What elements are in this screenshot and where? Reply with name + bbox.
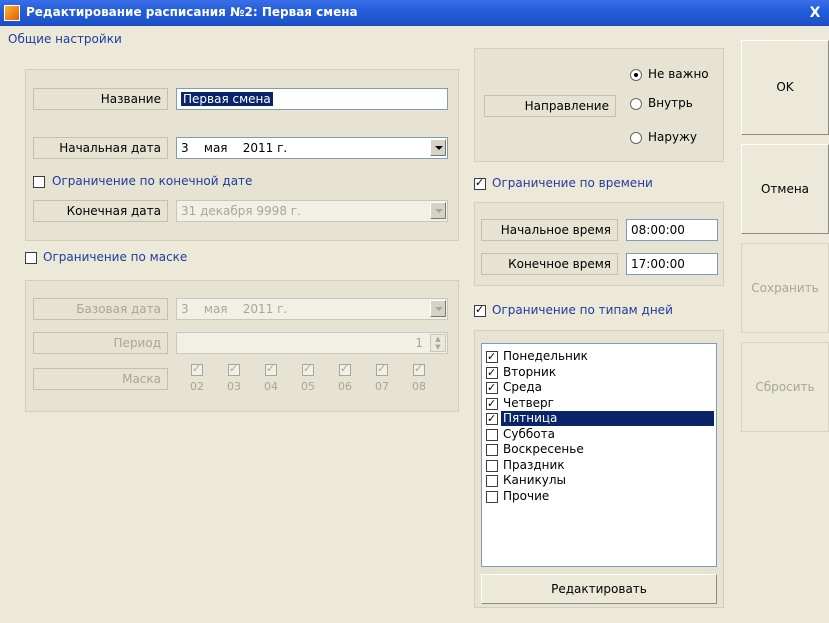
end-date-picker[interactable]: 31 декабря 9998 г. [176, 200, 448, 222]
mask-cell-label: 07 [375, 380, 389, 393]
mask-cell-label: 03 [227, 380, 241, 393]
cancel-button[interactable]: Отмена [741, 144, 829, 234]
mask-cell-label: 02 [190, 380, 204, 393]
mask-limit-checkbox[interactable] [25, 252, 37, 264]
day-checkbox[interactable] [486, 365, 498, 380]
day-label: Суббота [503, 426, 555, 441]
end-date-value: 31 декабря 9998 г. [181, 204, 301, 218]
mask-cell-checkbox[interactable] [265, 362, 277, 376]
schedule-edit-dialog: Редактирование расписания №2: Первая сме… [0, 0, 829, 623]
day-label: Понедельник [503, 349, 588, 363]
day-checkbox[interactable] [486, 490, 498, 503]
mask-cell-checkbox[interactable] [376, 362, 388, 376]
end-time-input[interactable]: 17:00:00 [626, 253, 718, 275]
day-checkbox[interactable] [486, 459, 498, 472]
mask-cell-label: 06 [338, 380, 352, 393]
base-date-value: 3 мая 2011 г. [181, 302, 288, 316]
direction-option-label: Внутрь [648, 96, 693, 110]
day-label: Четверг [503, 395, 554, 410]
direction-option-label: Наружу [648, 130, 698, 144]
end-limit-checkbox[interactable] [33, 176, 45, 188]
mask-cell-checkbox[interactable] [191, 362, 203, 376]
period-stepper[interactable]: 1 ▲ ▼ [176, 332, 448, 354]
chevron-down-icon[interactable] [430, 139, 446, 156]
title-bar[interactable]: Редактирование расписания №2: Первая сме… [0, 0, 829, 26]
day-checkbox[interactable] [486, 380, 498, 395]
mask-cell-label: 08 [412, 380, 426, 393]
chevron-down-icon[interactable] [430, 300, 446, 317]
days-limit-label: Ограничение по типам дней [492, 303, 673, 317]
edit-button[interactable]: Редактировать [481, 574, 717, 604]
end-limit-label: Ограничение по конечной дате [52, 174, 253, 188]
mask-cell-checkbox[interactable] [413, 362, 425, 376]
days-limit-checkbox[interactable] [474, 303, 486, 317]
base-date-picker[interactable]: 3 мая 2011 г. [176, 298, 448, 320]
reset-button[interactable]: Сбросить [741, 342, 829, 432]
period-value: 1 [415, 336, 423, 350]
name-label: Название [33, 88, 168, 110]
app-icon [4, 5, 20, 21]
base-date-label: Базовая дата [33, 298, 168, 320]
spin-icon[interactable]: ▲ ▼ [430, 334, 446, 352]
day-label: Пятница [501, 411, 714, 426]
mask-cell-checkbox[interactable] [302, 362, 314, 376]
day-types-list[interactable]: ПонедельникВторникСредаЧетвергПятницаСуб… [481, 343, 717, 567]
day-label: Каникулы [503, 473, 567, 487]
mask-cell-label: 04 [264, 380, 278, 393]
save-button[interactable]: Сохранить [741, 243, 829, 333]
mask-cell-checkbox[interactable] [228, 362, 240, 376]
day-checkbox[interactable] [486, 475, 498, 487]
window-title: Редактирование расписания №2: Первая сме… [26, 5, 358, 19]
start-time-label: Начальное время [481, 219, 618, 241]
day-checkbox[interactable] [486, 349, 498, 364]
general-section-title: Общие настройки [8, 32, 122, 46]
day-label: Среда [503, 380, 543, 394]
close-icon[interactable]: X [805, 3, 825, 23]
end-date-label: Конечная дата [33, 200, 168, 222]
name-input[interactable]: Первая смена [176, 88, 448, 110]
time-limit-checkbox[interactable] [474, 176, 486, 190]
direction-label: Направление [484, 95, 616, 117]
day-checkbox[interactable] [486, 411, 498, 426]
day-checkbox[interactable] [486, 396, 498, 411]
start-time-input[interactable]: 08:00:00 [626, 219, 718, 241]
day-label: Воскресенье [503, 442, 584, 456]
direction-option-label: Не важно [648, 67, 709, 81]
day-checkbox[interactable] [486, 428, 498, 441]
direction-radio[interactable] [630, 98, 642, 110]
direction-radio[interactable] [630, 132, 642, 144]
day-label: Прочие [503, 488, 550, 503]
end-time-label: Конечное время [481, 253, 618, 275]
mask-cell-label: 05 [301, 380, 315, 393]
mask-cell-checkbox[interactable] [339, 362, 351, 376]
direction-radio[interactable] [630, 69, 642, 81]
period-label: Период [33, 332, 168, 354]
day-label: Праздник [503, 457, 565, 472]
start-date-picker[interactable]: 3 мая 2011 г. [176, 137, 448, 159]
time-limit-label: Ограничение по времени [492, 176, 653, 190]
name-value: Первая смена [181, 92, 273, 106]
day-checkbox[interactable] [486, 444, 498, 456]
chevron-down-icon[interactable] [430, 202, 446, 219]
mask-label: Маска [33, 368, 168, 390]
ok-button[interactable]: OK [741, 40, 829, 135]
day-label: Вторник [503, 364, 557, 379]
start-date-label: Начальная дата [33, 137, 168, 159]
start-date-value: 3 мая 2011 г. [181, 141, 288, 155]
mask-limit-label: Ограничение по маске [43, 250, 188, 264]
